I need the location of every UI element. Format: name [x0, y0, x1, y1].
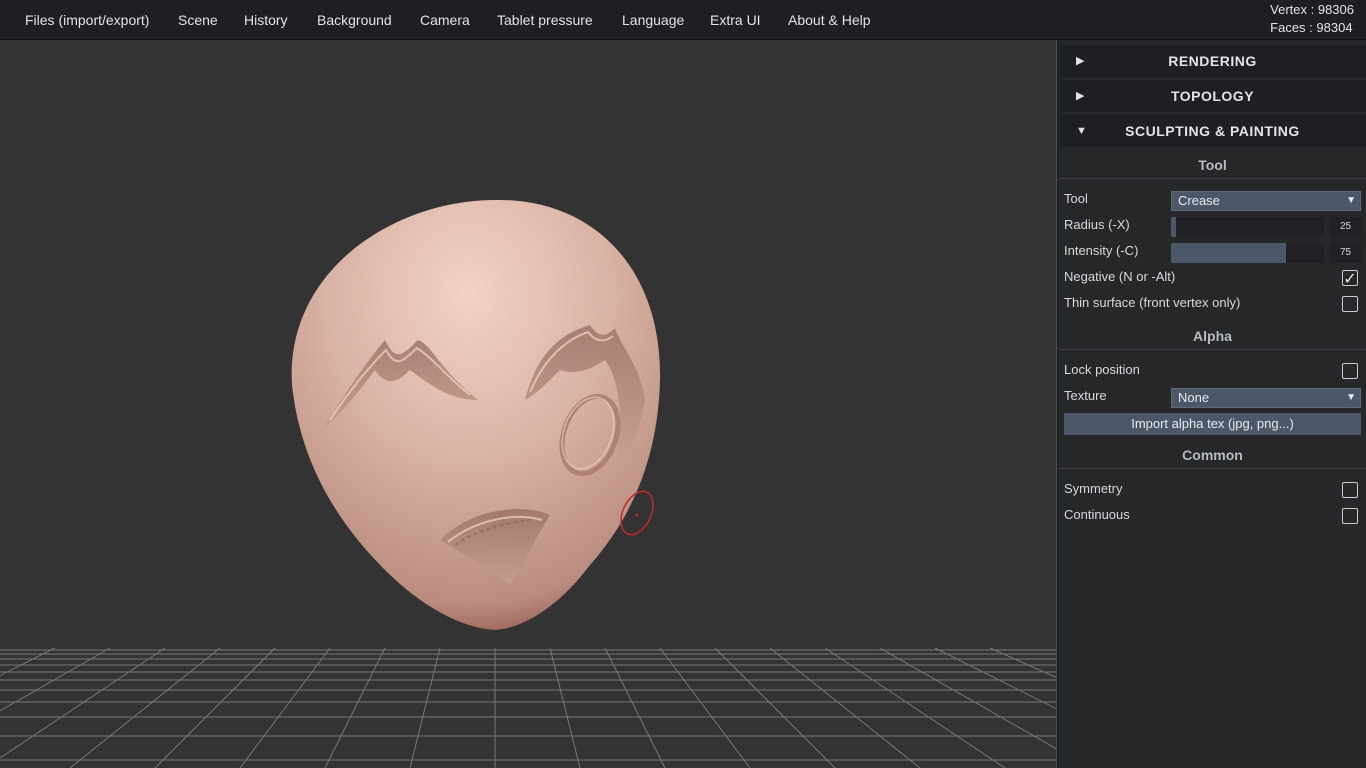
radius-label: Radius (-X): [1064, 217, 1130, 232]
section-title-common: Common: [1059, 442, 1366, 469]
texture-select[interactable]: None ▼: [1171, 388, 1361, 408]
lock-position-checkbox[interactable]: [1342, 363, 1358, 379]
section-title-tool: Tool: [1059, 152, 1366, 179]
texture-label: Texture: [1064, 388, 1107, 403]
vertex-count: Vertex : 98306: [1270, 2, 1354, 17]
menu-bar: Files (import/export) Scene History Back…: [0, 0, 1366, 40]
radius-slider[interactable]: [1171, 217, 1324, 237]
section-title-alpha: Alpha: [1059, 323, 1366, 350]
menu-scene[interactable]: Scene: [178, 0, 218, 40]
folder-sculpting-painting[interactable]: ▼ SCULPTING & PAINTING: [1059, 115, 1366, 147]
negative-label: Negative (N or -Alt): [1064, 269, 1176, 284]
texture-select-value: None: [1178, 390, 1210, 405]
symmetry-label: Symmetry: [1064, 481, 1123, 496]
folder-topology[interactable]: ▶ TOPOLOGY: [1059, 80, 1366, 112]
chevron-down-icon: ▼: [1346, 392, 1356, 403]
viewport-canvas: [0, 199, 1056, 768]
menu-language[interactable]: Language: [622, 0, 684, 40]
folder-rendering-label: RENDERING: [1168, 53, 1257, 69]
tool-label: Tool: [1064, 191, 1088, 206]
import-alpha-button[interactable]: Import alpha tex (jpg, png...): [1064, 413, 1361, 435]
lock-position-label: Lock position: [1064, 362, 1140, 377]
face-count: Faces : 98304: [1270, 20, 1353, 35]
folder-rendering[interactable]: ▶ RENDERING: [1059, 45, 1366, 77]
radius-value[interactable]: 25: [1330, 217, 1361, 237]
tool-select-value: Crease: [1178, 193, 1220, 208]
folder-sculpting-painting-label: SCULPTING & PAINTING: [1125, 123, 1300, 139]
menu-background[interactable]: Background: [317, 0, 392, 40]
intensity-slider-fill: [1171, 243, 1286, 263]
intensity-slider[interactable]: [1171, 243, 1324, 263]
folder-topology-label: TOPOLOGY: [1170, 88, 1255, 104]
intensity-value[interactable]: 75: [1330, 243, 1361, 263]
thin-surface-checkbox[interactable]: [1342, 296, 1358, 312]
continuous-checkbox[interactable]: [1342, 508, 1358, 524]
tool-select[interactable]: Crease ▼: [1171, 191, 1361, 211]
menu-extra-ui[interactable]: Extra UI: [710, 0, 761, 40]
menu-history[interactable]: History: [244, 0, 288, 40]
sculpt-viewport[interactable]: [0, 40, 1056, 768]
sculpt-mesh[interactable]: [291, 199, 661, 630]
menu-tablet-pressure[interactable]: Tablet pressure: [497, 0, 593, 40]
radius-slider-fill: [1171, 217, 1176, 237]
thin-surface-label: Thin surface (front vertex only): [1064, 295, 1241, 310]
checkmark-icon: ✓: [1343, 271, 1357, 288]
continuous-label: Continuous: [1064, 507, 1130, 522]
menu-files[interactable]: Files (import/export): [25, 0, 149, 40]
symmetry-checkbox[interactable]: [1342, 482, 1358, 498]
ground-grid: [0, 647, 1056, 768]
intensity-label: Intensity (-C): [1064, 243, 1139, 258]
side-panel: ▶ RENDERING ▶ TOPOLOGY ▼ SCULPTING & PAI…: [1059, 40, 1366, 768]
negative-checkbox[interactable]: ✓: [1342, 270, 1358, 288]
mesh-stats: Vertex : 98306 Faces : 98304: [1270, 1, 1354, 37]
menu-about-help[interactable]: About & Help: [788, 0, 871, 40]
chevron-down-icon: ▼: [1346, 195, 1356, 206]
menu-camera[interactable]: Camera: [420, 0, 470, 40]
